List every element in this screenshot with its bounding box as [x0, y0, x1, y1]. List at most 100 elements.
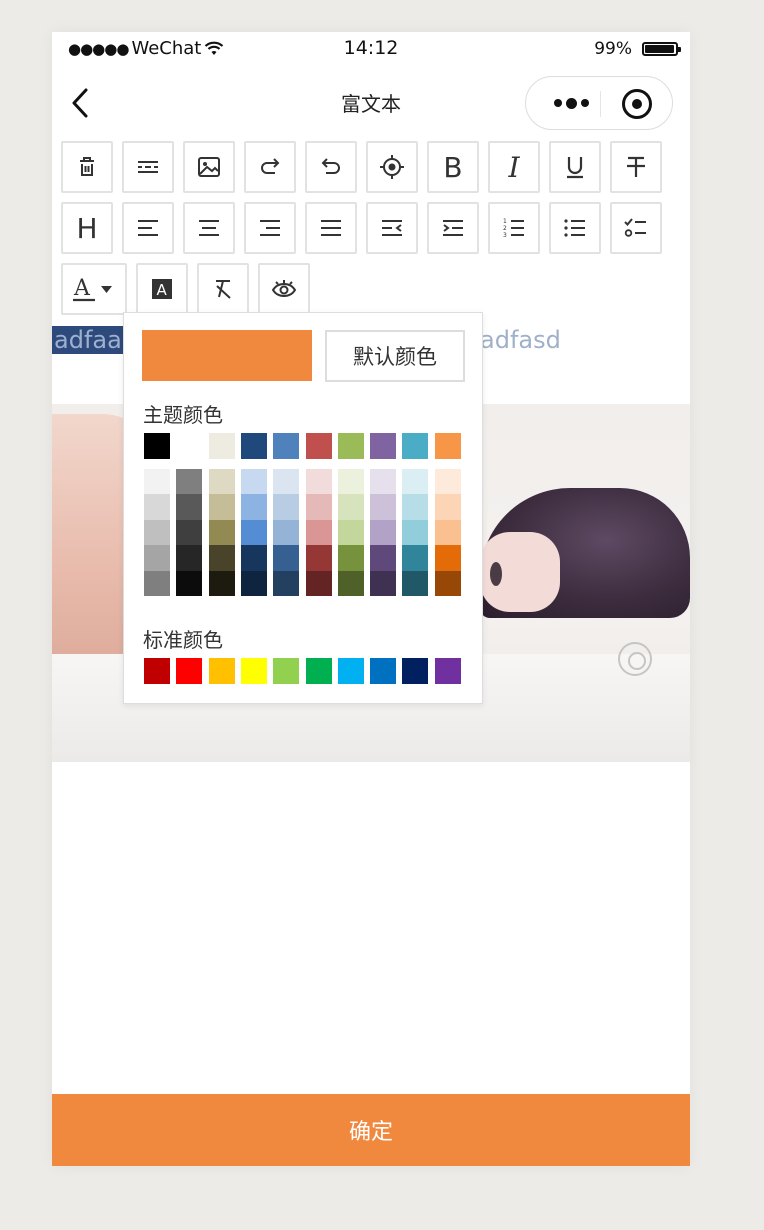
- theme-shade-swatch[interactable]: [370, 519, 397, 546]
- theme-shade-swatch[interactable]: [176, 494, 203, 520]
- theme-shade-swatch[interactable]: [240, 469, 267, 495]
- strikethrough-button[interactable]: [610, 141, 662, 193]
- image-button[interactable]: [183, 141, 235, 193]
- theme-shade-swatch[interactable]: [273, 545, 300, 571]
- standard-color-swatch[interactable]: [240, 658, 267, 684]
- theme-color-swatch[interactable]: [240, 433, 267, 459]
- theme-shade-swatch[interactable]: [305, 494, 332, 520]
- align-right-button[interactable]: [244, 202, 296, 254]
- theme-shade-swatch[interactable]: [240, 570, 267, 596]
- theme-shade-swatch[interactable]: [337, 519, 364, 546]
- theme-shade-swatch[interactable]: [144, 469, 170, 495]
- align-left-button[interactable]: [122, 202, 174, 254]
- theme-color-swatch[interactable]: [305, 433, 332, 459]
- checklist-button[interactable]: [610, 202, 662, 254]
- theme-shade-swatch[interactable]: [337, 494, 364, 520]
- theme-shade-swatch[interactable]: [402, 545, 429, 571]
- theme-shade-swatch[interactable]: [144, 494, 170, 520]
- theme-shade-swatch[interactable]: [273, 519, 300, 546]
- theme-shade-swatch[interactable]: [240, 494, 267, 520]
- theme-shade-swatch[interactable]: [273, 469, 300, 495]
- theme-shade-swatch[interactable]: [240, 519, 267, 546]
- clear-format-button[interactable]: [197, 263, 249, 315]
- outdent-button[interactable]: [366, 202, 418, 254]
- theme-shade-swatch[interactable]: [434, 469, 461, 495]
- theme-shade-swatch[interactable]: [273, 570, 300, 596]
- redo-button[interactable]: [244, 141, 296, 193]
- theme-shade-swatch[interactable]: [370, 545, 397, 571]
- theme-shade-swatch[interactable]: [337, 545, 364, 571]
- bold-button[interactable]: B: [427, 141, 479, 193]
- standard-color-swatch[interactable]: [402, 658, 429, 684]
- theme-color-swatch[interactable]: [337, 433, 364, 459]
- theme-shade-swatch[interactable]: [402, 519, 429, 546]
- theme-shade-swatch[interactable]: [176, 570, 203, 596]
- delete-button[interactable]: [61, 141, 113, 193]
- italic-button[interactable]: I: [488, 141, 540, 193]
- theme-shade-swatch[interactable]: [176, 545, 203, 571]
- bullet-list-button[interactable]: [549, 202, 601, 254]
- align-justify-button[interactable]: [305, 202, 357, 254]
- standard-color-swatch[interactable]: [434, 658, 461, 684]
- theme-shade-swatch[interactable]: [273, 494, 300, 520]
- current-color-swatch[interactable]: [142, 330, 312, 381]
- theme-shade-swatch[interactable]: [434, 494, 461, 520]
- undo-button[interactable]: [305, 141, 357, 193]
- standard-color-swatch[interactable]: [144, 658, 170, 684]
- confirm-button[interactable]: 确定: [52, 1094, 690, 1166]
- theme-color-swatch[interactable]: [144, 433, 170, 459]
- theme-shade-swatch[interactable]: [208, 570, 235, 596]
- outdent-icon: [382, 220, 402, 236]
- indent-button[interactable]: [427, 202, 479, 254]
- header-button[interactable]: H: [61, 202, 113, 254]
- theme-shade-swatch[interactable]: [434, 519, 461, 546]
- standard-color-swatch[interactable]: [176, 658, 203, 684]
- theme-shade-swatch[interactable]: [144, 545, 170, 571]
- theme-shade-swatch[interactable]: [176, 519, 203, 546]
- standard-color-swatch[interactable]: [273, 658, 300, 684]
- theme-color-swatch[interactable]: [370, 433, 397, 459]
- theme-shade-swatch[interactable]: [337, 469, 364, 495]
- theme-shade-swatch[interactable]: [208, 545, 235, 571]
- theme-shade-swatch[interactable]: [337, 570, 364, 596]
- theme-shade-swatch[interactable]: [208, 519, 235, 546]
- theme-shade-swatch[interactable]: [144, 519, 170, 546]
- theme-shade-swatch[interactable]: [402, 494, 429, 520]
- standard-color-swatch[interactable]: [208, 658, 235, 684]
- standard-color-swatch[interactable]: [337, 658, 364, 684]
- theme-shade-swatch[interactable]: [402, 469, 429, 495]
- theme-shade-swatch[interactable]: [305, 570, 332, 596]
- align-center-button[interactable]: [183, 202, 235, 254]
- default-color-button[interactable]: 默认颜色: [325, 330, 465, 382]
- theme-shade-swatch[interactable]: [176, 469, 203, 495]
- theme-shade-swatch[interactable]: [305, 469, 332, 495]
- font-color-button[interactable]: A: [61, 263, 127, 315]
- locate-button[interactable]: [366, 141, 418, 193]
- theme-shade-swatch[interactable]: [208, 469, 235, 495]
- theme-shade-swatch[interactable]: [240, 545, 267, 571]
- background-color-button[interactable]: A: [136, 263, 188, 315]
- theme-shade-swatch[interactable]: [305, 519, 332, 546]
- theme-color-swatch[interactable]: [208, 433, 235, 459]
- theme-color-swatch[interactable]: [434, 433, 461, 459]
- theme-shade-swatch[interactable]: [370, 469, 397, 495]
- standard-color-swatch[interactable]: [305, 658, 332, 684]
- theme-color-swatch[interactable]: [176, 433, 203, 459]
- theme-color-swatch[interactable]: [273, 433, 300, 459]
- underline-button[interactable]: [549, 141, 601, 193]
- theme-shade-swatch[interactable]: [434, 570, 461, 596]
- theme-shade-swatch[interactable]: [370, 570, 397, 596]
- theme-color-swatch[interactable]: [402, 433, 429, 459]
- divider-button[interactable]: [122, 141, 174, 193]
- theme-shade-swatch[interactable]: [370, 494, 397, 520]
- theme-shade-swatch[interactable]: [144, 570, 170, 596]
- preview-button[interactable]: [258, 263, 310, 315]
- more-dots-icon[interactable]: [544, 92, 598, 114]
- standard-color-swatch[interactable]: [370, 658, 397, 684]
- theme-shade-swatch[interactable]: [208, 494, 235, 520]
- target-circle-icon[interactable]: [622, 89, 652, 119]
- theme-shade-swatch[interactable]: [402, 570, 429, 596]
- ordered-list-button[interactable]: 123: [488, 202, 540, 254]
- theme-shade-swatch[interactable]: [434, 545, 461, 571]
- theme-shade-swatch[interactable]: [305, 545, 332, 571]
